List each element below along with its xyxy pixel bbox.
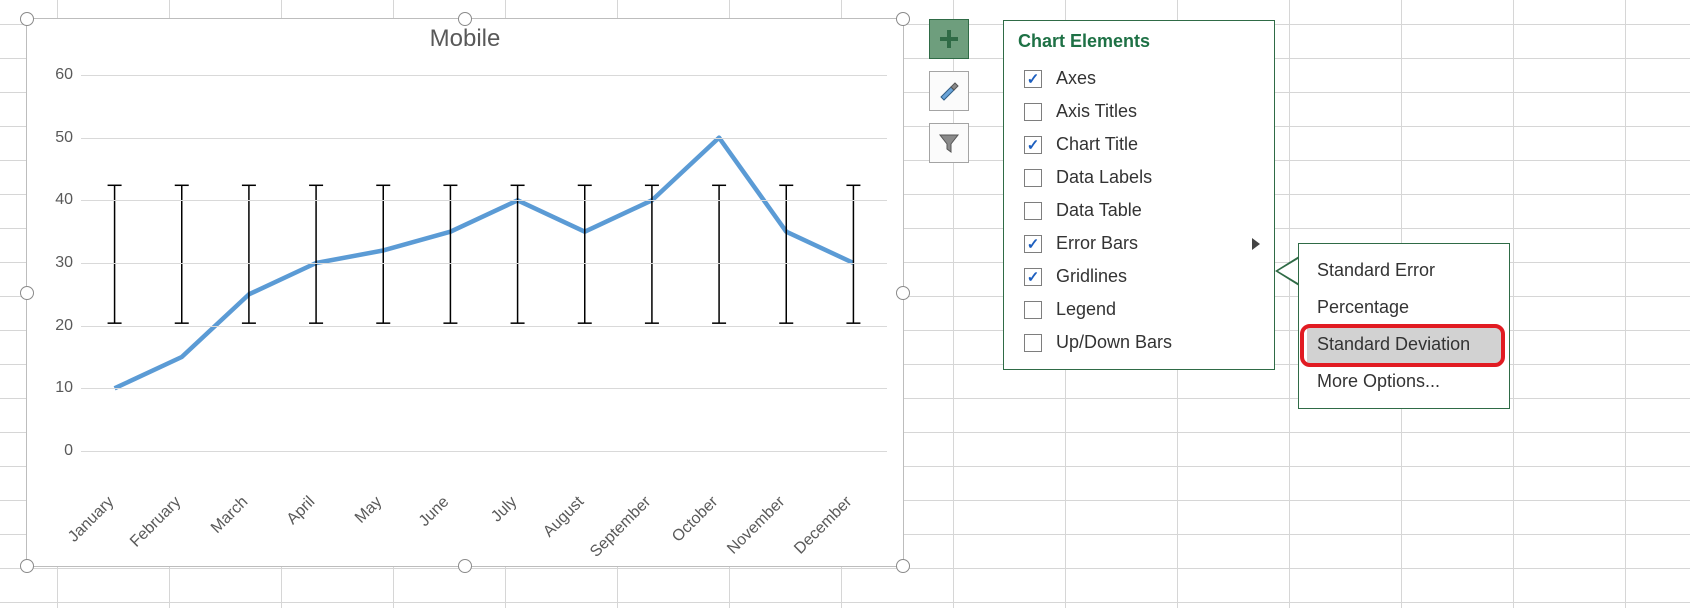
y-tick-label: 0 — [43, 442, 73, 460]
chart-elements-item[interactable]: Axis Titles — [1014, 95, 1264, 128]
chart-object[interactable]: Mobile 0102030405060 JanuaryFebruaryMarc… — [26, 18, 904, 567]
gridline — [81, 388, 887, 389]
gridline — [81, 263, 887, 264]
gridline — [81, 451, 887, 452]
chart-elements-item-label: Up/Down Bars — [1056, 332, 1172, 353]
checkbox[interactable] — [1024, 334, 1042, 352]
chart-elements-item-label: Axes — [1056, 68, 1096, 89]
chart-elements-item[interactable]: Gridlines — [1014, 260, 1264, 293]
error-bar — [846, 185, 860, 323]
x-axis: JanuaryFebruaryMarchAprilMayJuneJulyAugu… — [81, 455, 883, 545]
submenu-item[interactable]: Standard Deviation — [1307, 326, 1501, 363]
gridline — [81, 75, 887, 76]
resize-handle[interactable] — [458, 12, 472, 26]
chart-elements-item[interactable]: Up/Down Bars — [1014, 326, 1264, 359]
y-tick-label: 30 — [43, 254, 73, 272]
chart-elements-item[interactable]: Error Bars — [1014, 227, 1264, 260]
y-tick-label: 10 — [43, 379, 73, 397]
submenu-connector — [1275, 256, 1299, 286]
chart-filters-button[interactable] — [929, 123, 969, 163]
y-axis: 0102030405060 — [47, 75, 81, 451]
chart-elements-item[interactable]: Data Labels — [1014, 161, 1264, 194]
y-tick-label: 20 — [43, 317, 73, 335]
resize-handle[interactable] — [896, 286, 910, 300]
gridline — [81, 200, 887, 201]
checkbox[interactable] — [1024, 202, 1042, 220]
chart-elements-item[interactable]: Chart Title — [1014, 128, 1264, 161]
plot-inner — [81, 75, 887, 451]
checkbox[interactable] — [1024, 136, 1042, 154]
resize-handle[interactable] — [20, 286, 34, 300]
chart-elements-item[interactable]: Axes — [1014, 62, 1264, 95]
y-tick-label: 50 — [43, 129, 73, 147]
checkbox[interactable] — [1024, 70, 1042, 88]
chart-elements-item-label: Data Table — [1056, 200, 1142, 221]
chart-styles-button[interactable] — [929, 71, 969, 111]
chart-elements-item-label: Chart Title — [1056, 134, 1138, 155]
y-tick-label: 60 — [43, 66, 73, 84]
error-bar — [645, 185, 659, 323]
plus-icon — [938, 28, 960, 50]
plot-area: 0102030405060 — [47, 75, 887, 451]
submenu-item[interactable]: More Options... — [1307, 363, 1501, 400]
resize-handle[interactable] — [20, 12, 34, 26]
y-tick-label: 40 — [43, 191, 73, 209]
error-bar — [779, 185, 793, 323]
error-bar — [376, 185, 390, 323]
chart-elements-item-label: Legend — [1056, 299, 1116, 320]
chevron-right-icon — [1252, 238, 1260, 250]
checkbox[interactable] — [1024, 169, 1042, 187]
chart-elements-panel[interactable]: Chart Elements Axes Axis Titles Chart Titl… — [1003, 20, 1275, 370]
panel-title: Chart Elements — [1014, 31, 1264, 52]
gridline — [81, 138, 887, 139]
paintbrush-icon — [937, 79, 961, 103]
checkbox[interactable] — [1024, 268, 1042, 286]
funnel-icon — [938, 132, 960, 154]
error-bar — [712, 185, 726, 323]
error-bar — [443, 185, 457, 323]
submenu-item[interactable]: Standard Error — [1307, 252, 1501, 289]
checkbox[interactable] — [1024, 301, 1042, 319]
error-bar — [175, 185, 189, 323]
error-bar — [108, 185, 122, 323]
resize-handle[interactable] — [896, 12, 910, 26]
error-bars-submenu[interactable]: Standard ErrorPercentageStandard Deviati… — [1298, 243, 1510, 409]
error-bar — [242, 185, 256, 323]
gridline — [81, 326, 887, 327]
chart-elements-item-label: Data Labels — [1056, 167, 1152, 188]
error-bar — [511, 185, 525, 323]
chart-elements-item-label: Gridlines — [1056, 266, 1127, 287]
chart-elements-button[interactable] — [929, 19, 969, 59]
chart-elements-item-label: Axis Titles — [1056, 101, 1137, 122]
error-bar — [578, 185, 592, 323]
resize-handle[interactable] — [20, 559, 34, 573]
error-bar — [309, 185, 323, 323]
checkbox[interactable] — [1024, 235, 1042, 253]
chart-elements-item[interactable]: Legend — [1014, 293, 1264, 326]
resize-handle[interactable] — [896, 559, 910, 573]
chart-elements-item[interactable]: Data Table — [1014, 194, 1264, 227]
chart-flyout-buttons — [929, 19, 973, 175]
resize-handle[interactable] — [458, 559, 472, 573]
checkbox[interactable] — [1024, 103, 1042, 121]
chart-elements-item-label: Error Bars — [1056, 233, 1138, 254]
submenu-item[interactable]: Percentage — [1307, 289, 1501, 326]
